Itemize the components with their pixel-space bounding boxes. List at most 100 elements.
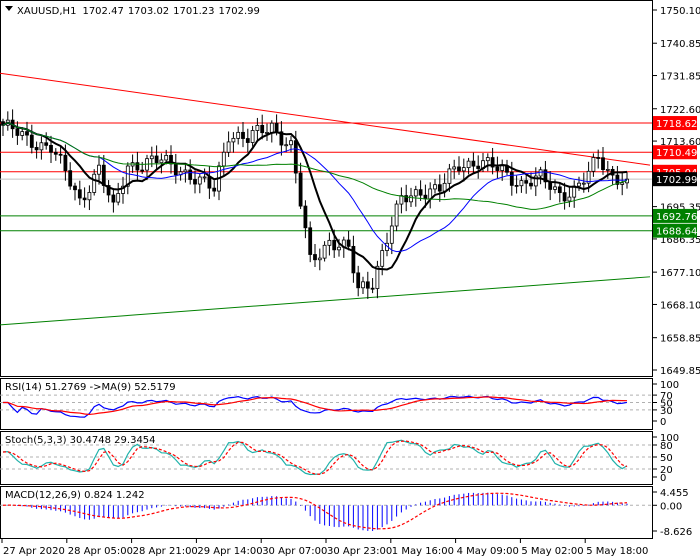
price-axis[interactable]: 1750.101740.851731.851722.601713.601695.… [653,6,700,377]
time-tick-label: 28 Apr 21:00 [133,546,198,557]
price-tick-label: 1677.10 [660,268,700,279]
bull-candle-body [577,182,581,187]
stoch-pane[interactable]: 1008050200 Stoch(5,3,3) 30.4748 29.3454 [0,431,679,485]
axis-tick-label: 4.455 [660,488,689,499]
time-tick-label: 30 Apr 07:00 [262,546,327,557]
axis-tick-label: 0 [660,473,666,484]
bear-candle-body [207,176,212,189]
axis-tick-label: 100 [660,380,679,391]
bull-candle-body [485,157,490,162]
bull-candle-body [452,166,457,170]
bull-candle-body [289,140,293,146]
bear-candle-body [68,170,73,187]
bear-candle-body [274,122,279,133]
bull-candle-body [236,131,241,139]
bull-candle-body [399,195,404,205]
time-axis[interactable]: 27 Apr 2020 28 Apr 05:00 28 Apr 21:00 29 Ap… [1,539,648,557]
bear-candle-body [514,184,519,187]
bear-candle-body [241,131,245,139]
bear-candle-body [245,138,250,143]
bull-candle-body [409,195,413,203]
bull-candle-body [581,182,586,185]
bear-candle-body [260,125,265,134]
bear-candle-body [63,154,68,172]
price-pane[interactable]: XAUUSD,H1 1702.47 1703.02 1701.23 1702.99 [0,0,653,377]
bull-candle-body [553,186,557,190]
axis-tick-label: 50 [660,453,673,464]
bear-candle-body [298,172,303,207]
rsi-pane[interactable]: 1007050300 RSI(14) 51.2769 ->MA(9) 52.51… [0,378,679,430]
bear-candle-body [370,287,375,290]
bull-candle-body [466,160,471,169]
bull-candle-body [519,180,524,187]
bear-candle-body [154,155,159,164]
bull-candle-body [97,164,101,175]
bull-candle-body [322,244,327,259]
bear-candle-body [313,254,317,261]
bull-candle-body [197,176,202,185]
price-tag-label: 1718.62 [656,119,697,130]
bear-candle-body [58,153,63,156]
bull-candle-body [269,122,274,133]
axis-tick-label: 0.00 [660,501,682,512]
trading-chart[interactable]: XAUUSD,H1 1702.47 1703.02 1701.23 1702.99 17… [0,0,700,560]
bear-candle-body [471,160,476,167]
bull-candle-body [591,157,596,172]
bull-candle-body [250,130,255,143]
time-tick-label: 29 Apr 14:00 [197,546,262,557]
price-tick-label: 1750.10 [660,6,700,17]
bull-candle-body [461,167,466,172]
bull-candle-body [567,196,572,202]
price-tag: 1718.62 [653,116,697,131]
bear-candle-body [356,272,361,289]
bull-candle-body [389,225,394,244]
bear-candle-body [495,166,500,171]
symbol-label: XAUUSD,H1 1702.47 1703.02 1701.23 1702.99 [17,6,260,17]
bear-candle-body [457,166,461,172]
bear-candle-body [418,189,423,196]
bull-candle-body [87,192,92,201]
bull-candle-body [394,203,399,227]
bull-candle-body [231,137,236,143]
bear-candle-body [15,128,20,136]
bear-candle-body [25,131,29,136]
bear-candle-body [509,171,514,186]
bear-candle-body [49,144,53,153]
price-tick-label: 1649.85 [660,366,700,377]
bear-candle-body [173,163,178,176]
bull-candle-body [337,246,341,251]
time-tick-label: 5 May 18:00 [586,546,648,557]
price-tag: 1692.76 [653,208,697,223]
bear-candle-body [529,182,533,187]
price-tag-label: 1692.76 [656,212,697,223]
bull-candle-body [221,151,226,167]
bear-candle-body [437,184,442,192]
bull-candle-body [327,239,332,246]
price-tick-label: 1658.85 [660,334,700,345]
bear-candle-body [365,281,370,289]
rsi-title: RSI(14) 51.2769 ->MA(9) 52.5179 [5,382,176,393]
bear-candle-body [308,227,313,255]
bear-candle-body [596,157,601,159]
bear-candle-body [423,194,428,200]
bull-candle-body [317,257,322,261]
bull-candle-body [413,189,418,197]
bear-candle-body [188,169,193,180]
bear-candle-body [346,239,351,247]
price-tag-label: 1710.49 [656,148,697,159]
bull-candle-body [284,144,289,147]
bull-candle-body [159,159,164,164]
bull-candle-body [39,142,44,151]
bear-candle-body [524,180,529,184]
bear-candle-body [44,142,49,146]
bear-candle-body [82,197,87,201]
bear-candle-body [34,147,39,151]
bull-candle-body [500,165,505,171]
price-tag-label: 1702.99 [656,175,697,186]
time-tick-label: 4 May 09:00 [457,546,519,557]
macd-pane[interactable]: 4.455 0.00 -8.626 MACD(12,26,9) 0.824 1.24… [0,486,692,539]
bull-candle-body [265,132,269,134]
bull-candle-body [255,125,260,131]
bull-candle-body [92,173,97,193]
bull-candle-body [202,176,207,179]
